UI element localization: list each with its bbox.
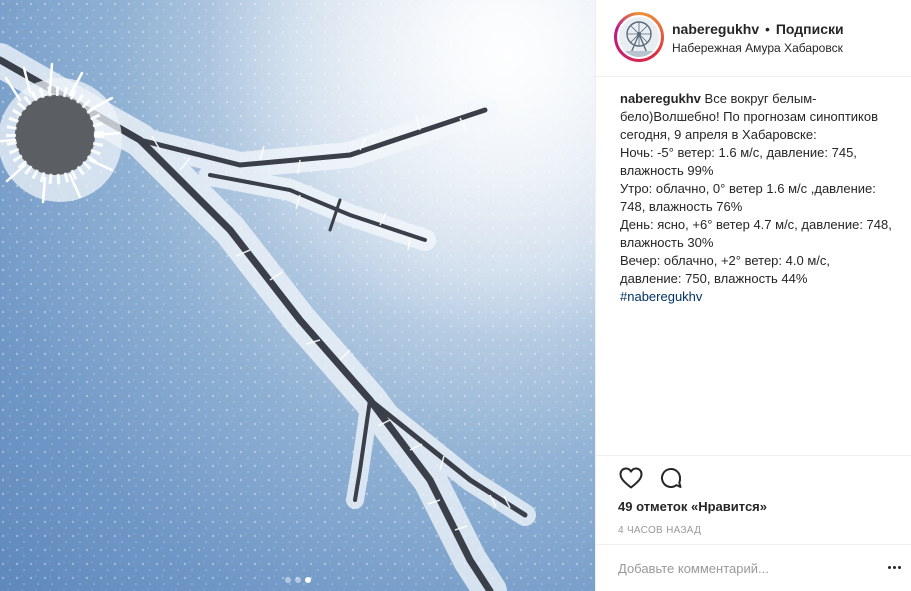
caption-text: влажность 99% (620, 163, 714, 178)
caption-line: naberegukhv Все вокруг белым- (620, 90, 908, 108)
like-button[interactable] (618, 465, 644, 491)
caption-text: 748, влажность 76% (620, 199, 743, 214)
carousel-indicator (0, 577, 595, 583)
carousel-dot[interactable] (294, 577, 301, 583)
post-caption: naberegukhv Все вокруг белым- бело)Волше… (620, 90, 908, 306)
carousel-dot[interactable] (284, 577, 291, 583)
caption-text: День: ясно, +6° ветер 4.7 м/с, давление:… (620, 217, 892, 232)
hashtag-link[interactable]: #naberegukhv (620, 288, 908, 306)
header-separator: • (765, 21, 770, 37)
caption-text: влажность 30% (620, 235, 714, 250)
action-bar (596, 455, 911, 489)
heart-icon (619, 467, 643, 489)
ferris-wheel-logo (617, 15, 661, 59)
post-sidebar: naberegukhv • Подписки Набережная Амура … (595, 0, 911, 591)
post-timestamp[interactable]: 4 часов назад (618, 524, 701, 538)
caption-text: Утро: облачно, 0° ветер 1.6 м/с ,давлени… (620, 181, 876, 196)
comment-icon (661, 467, 682, 488)
caption-username[interactable]: naberegukhv (620, 91, 701, 106)
username-link[interactable]: naberegukhv (672, 21, 759, 37)
caption-text: Все вокруг белым- (704, 91, 817, 106)
caption-text: сегодня, 9 апреля в Хабаровске: (620, 127, 817, 142)
instagram-post: naberegukhv • Подписки Набережная Амура … (0, 0, 911, 591)
carousel-dot-active[interactable] (304, 577, 311, 583)
post-header: naberegukhv • Подписки Набережная Амура … (596, 0, 911, 77)
post-photo[interactable] (0, 0, 595, 591)
avatar[interactable] (614, 12, 664, 62)
caption-text: Вечер: облачно, +2° ветер: 4.0 м/с, (620, 253, 830, 268)
follow-button[interactable]: Подписки (776, 21, 844, 37)
likes-count[interactable]: 49 отметок «Нравится» (618, 498, 767, 516)
comment-bar (596, 544, 911, 591)
comment-input[interactable] (618, 561, 858, 576)
frosted-branch-image (0, 0, 595, 591)
header-text: naberegukhv • Подписки Набережная Амура … (672, 20, 844, 56)
caption-text: давление: 750, влажность 44% (620, 271, 808, 286)
location-link[interactable]: Набережная Амура Хабаровск (672, 40, 844, 56)
more-options-icon[interactable] (888, 562, 904, 572)
comment-button[interactable] (658, 465, 684, 491)
caption-text: бело)Волшебно! По прогнозам синоптиков (620, 109, 879, 124)
caption-text: Ночь: -5° ветер: 1.6 м/с, давление: 745, (620, 145, 857, 160)
